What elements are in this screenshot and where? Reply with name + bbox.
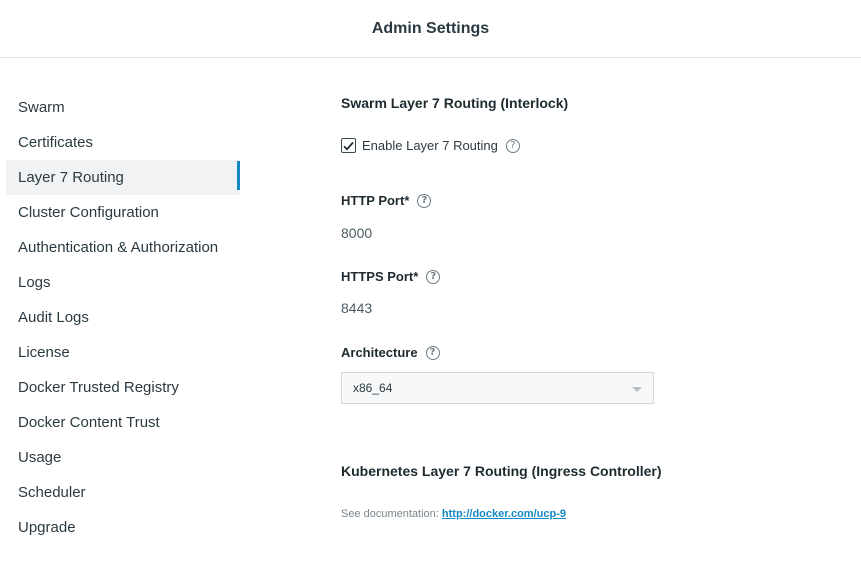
architecture-select-value: x86_64 <box>353 381 393 395</box>
sidebar-item-label: Scheduler <box>18 484 86 501</box>
documentation-link[interactable]: http://docker.com/ucp-9 <box>442 508 566 520</box>
http-port-label: HTTP Port* <box>341 193 410 208</box>
sidebar-item-license[interactable]: License <box>6 335 240 370</box>
sidebar-item-docker-trusted-registry[interactable]: Docker Trusted Registry <box>6 370 240 405</box>
sidebar-item-cluster-configuration[interactable]: Cluster Configuration <box>6 195 240 230</box>
settings-sidebar: Swarm Certificates Layer 7 Routing Clust… <box>6 90 240 545</box>
sidebar-item-label: Docker Content Trust <box>18 414 160 431</box>
sidebar-item-label: Layer 7 Routing <box>18 169 124 186</box>
architecture-select[interactable]: x86_64 <box>341 372 654 404</box>
kubernetes-section-title: Kubernetes Layer 7 Routing (Ingress Cont… <box>341 463 662 479</box>
sidebar-item-label: Docker Trusted Registry <box>18 379 179 396</box>
architecture-label: Architecture <box>341 345 418 360</box>
sidebar-item-label: Audit Logs <box>18 309 89 326</box>
sidebar-item-label: Swarm <box>18 99 65 116</box>
help-circle-icon[interactable]: ? <box>426 269 441 284</box>
sidebar-item-logs[interactable]: Logs <box>6 265 240 300</box>
https-port-label: HTTPS Port* <box>341 269 419 284</box>
checkmark-icon <box>343 141 354 151</box>
sidebar-item-audit-logs[interactable]: Audit Logs <box>6 300 240 335</box>
sidebar-item-swarm[interactable]: Swarm <box>6 90 240 125</box>
enable-layer7-label: Enable Layer 7 Routing <box>362 138 498 153</box>
https-port-value: 8443 <box>341 300 373 316</box>
sidebar-item-docker-content-trust[interactable]: Docker Content Trust <box>6 405 240 440</box>
page-title: Admin Settings <box>371 19 490 37</box>
architecture-label-row: Architecture ? <box>341 345 440 360</box>
sidebar-item-upgrade[interactable]: Upgrade <box>6 510 240 545</box>
sidebar-item-layer-7-routing[interactable]: Layer 7 Routing <box>6 160 240 195</box>
documentation-row: See documentation: http://docker.com/ucp… <box>341 508 566 520</box>
enable-layer7-row: Enable Layer 7 Routing ? <box>341 138 520 153</box>
enable-layer7-checkbox[interactable] <box>341 138 356 153</box>
sidebar-item-authentication-authorization[interactable]: Authentication & Authorization <box>6 230 240 265</box>
sidebar-item-label: Logs <box>18 274 51 291</box>
http-port-value: 8000 <box>341 225 373 241</box>
documentation-prefix: See documentation: <box>341 508 442 520</box>
help-circle-icon[interactable]: ? <box>417 193 432 208</box>
sidebar-item-label: Authentication & Authorization <box>18 239 219 256</box>
sidebar-item-label: Cluster Configuration <box>18 204 159 221</box>
chevron-down-icon <box>632 387 642 392</box>
sidebar-item-label: Usage <box>18 449 62 466</box>
sidebar-item-usage[interactable]: Usage <box>6 440 240 475</box>
sidebar-item-label: Certificates <box>18 134 94 151</box>
help-circle-icon[interactable]: ? <box>425 345 440 360</box>
http-port-label-row: HTTP Port* ? <box>341 193 432 208</box>
page-header: Admin Settings <box>0 0 861 58</box>
https-port-label-row: HTTPS Port* ? <box>341 269 441 284</box>
help-circle-icon[interactable]: ? <box>505 138 520 153</box>
sidebar-item-label: Upgrade <box>18 519 76 536</box>
sidebar-item-certificates[interactable]: Certificates <box>6 125 240 160</box>
sidebar-item-scheduler[interactable]: Scheduler <box>6 475 240 510</box>
swarm-section-title: Swarm Layer 7 Routing (Interlock) <box>341 95 569 111</box>
sidebar-item-label: License <box>18 344 70 361</box>
